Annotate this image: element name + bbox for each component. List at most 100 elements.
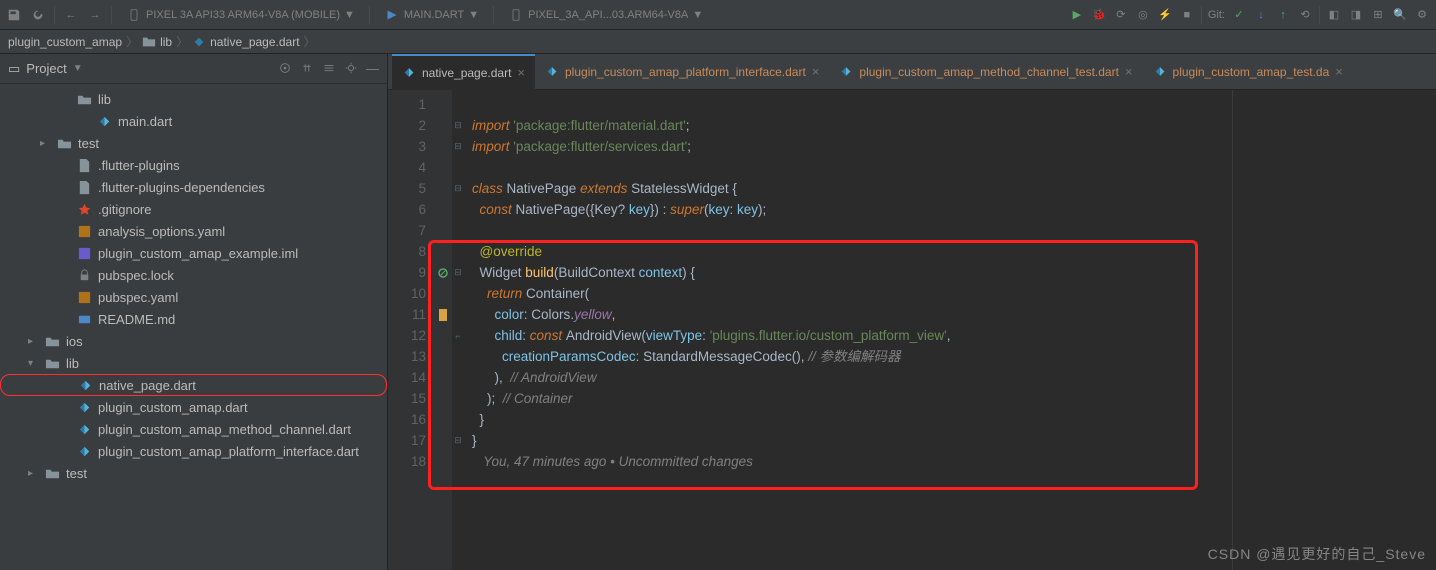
profile-icon[interactable]: ◎ — [1135, 7, 1151, 23]
settings-icon[interactable]: ⚙ — [1414, 7, 1430, 23]
pane-toggle-icon[interactable]: ▭ — [8, 61, 20, 77]
tool1-icon[interactable]: ◧ — [1326, 7, 1342, 23]
dart-file-icon — [839, 65, 853, 79]
dropdown-icon: ▼ — [468, 9, 479, 21]
tree-item-plugin-custom-amap-dart[interactable]: plugin_custom_amap.dart — [0, 396, 387, 418]
tab-plugin-custom-amap-test-da[interactable]: plugin_custom_amap_test.da× — [1143, 54, 1353, 90]
folder-icon — [44, 333, 60, 349]
toolbar-divider — [54, 6, 55, 24]
tree-item-label: plugin_custom_amap_example.iml — [98, 246, 298, 261]
tree-item-main-dart[interactable]: main.dart — [0, 110, 387, 132]
editor-tabs: native_page.dart×plugin_custom_amap_plat… — [388, 54, 1436, 90]
arrow-icon: ▸ — [28, 336, 38, 347]
close-icon[interactable]: × — [1125, 64, 1133, 79]
close-icon[interactable]: × — [812, 64, 820, 79]
tab-native-page-dart[interactable]: native_page.dart× — [392, 54, 535, 90]
history-icon[interactable]: ⟲ — [1297, 7, 1313, 23]
dart-file-icon — [1153, 65, 1167, 79]
lock-icon — [76, 267, 92, 283]
code-content[interactable]: import 'package:flutter/material.dart'; … — [464, 90, 1436, 570]
chevron-icon: 〉 — [176, 33, 188, 50]
tree-item-native-page-dart[interactable]: native_page.dart — [0, 374, 387, 396]
close-icon[interactable]: × — [1335, 64, 1343, 79]
coverage-icon[interactable]: ⟳ — [1113, 7, 1129, 23]
breadcrumb-item[interactable]: native_page.dart — [210, 35, 299, 49]
tree-item-test[interactable]: ▸test — [0, 132, 387, 154]
tree-item-label: plugin_custom_amap_method_channel.dart — [98, 422, 351, 437]
folder-icon — [142, 35, 156, 49]
tree-item-pubspec-yaml[interactable]: pubspec.yaml — [0, 286, 387, 308]
search-icon[interactable]: 🔍 — [1392, 7, 1408, 23]
pull-icon[interactable]: ↓ — [1253, 7, 1269, 23]
hot-reload-icon[interactable]: ⚡ — [1157, 7, 1173, 23]
tree-item-label: native_page.dart — [99, 378, 196, 393]
tree-item-label: pubspec.lock — [98, 268, 174, 283]
stop-icon[interactable]: ■ — [1179, 7, 1195, 23]
run-icon[interactable]: ▶ — [1069, 7, 1085, 23]
tree-item--flutter-plugins-dependencies[interactable]: .flutter-plugins-dependencies — [0, 176, 387, 198]
tree-item-test[interactable]: ▸test — [0, 462, 387, 484]
tree-item-plugin-custom-amap-method-channel-dart[interactable]: plugin_custom_amap_method_channel.dart — [0, 418, 387, 440]
tool3-icon[interactable]: ⊞ — [1370, 7, 1386, 23]
git-icon — [76, 201, 92, 217]
arrow-icon: ▸ — [40, 138, 50, 149]
tree-item-label: ios — [66, 334, 83, 349]
md-icon — [76, 311, 92, 327]
push-icon[interactable]: ↑ — [1275, 7, 1291, 23]
tree-item-label: plugin_custom_amap.dart — [98, 400, 248, 415]
gear-icon[interactable] — [344, 61, 358, 76]
toolbar-divider — [369, 6, 370, 24]
editor-area: native_page.dart×plugin_custom_amap_plat… — [388, 54, 1436, 570]
gutter-markers — [434, 90, 452, 570]
forward-icon[interactable]: → — [87, 7, 103, 23]
tab-label: plugin_custom_amap_method_channel_test.d… — [859, 65, 1119, 79]
tree-item-label: lib — [98, 92, 111, 107]
branch-icon[interactable]: ✓ — [1231, 7, 1247, 23]
tree-item-pubspec-lock[interactable]: pubspec.lock — [0, 264, 387, 286]
tree-item-label: lib — [66, 356, 79, 371]
tab-plugin-custom-amap-platform-interface-dart[interactable]: plugin_custom_amap_platform_interface.da… — [535, 54, 829, 90]
dart-icon — [76, 421, 92, 437]
breadcrumb-item[interactable]: lib — [160, 35, 172, 49]
breadcrumb: plugin_custom_amap 〉 lib 〉 native_page.d… — [0, 30, 1436, 54]
tab-plugin-custom-amap-method-channel-test-dart[interactable]: plugin_custom_amap_method_channel_test.d… — [829, 54, 1142, 90]
tree-item-label: plugin_custom_amap_platform_interface.da… — [98, 444, 359, 459]
dart-file-icon — [402, 66, 416, 80]
save-icon[interactable] — [6, 7, 22, 23]
tree-item--gitignore[interactable]: .gitignore — [0, 198, 387, 220]
dropdown-icon: ▼ — [344, 9, 355, 21]
file-icon — [76, 179, 92, 195]
tree-item-lib[interactable]: lib — [0, 88, 387, 110]
breadcrumb-item[interactable]: plugin_custom_amap — [8, 35, 122, 49]
device-selector[interactable]: PIXEL 3A API33 ARM64-V8A (MOBILE) ▼ — [120, 5, 361, 25]
color-marker[interactable] — [439, 309, 447, 321]
tree-item-analysis-options-yaml[interactable]: analysis_options.yaml — [0, 220, 387, 242]
tree-item-README-md[interactable]: README.md — [0, 308, 387, 330]
top-toolbar: ← → PIXEL 3A API33 ARM64-V8A (MOBILE) ▼ … — [0, 0, 1436, 30]
dart-icon — [77, 377, 93, 393]
tree-item-ios[interactable]: ▸ ios — [0, 330, 387, 352]
minimize-icon[interactable]: — — [366, 61, 379, 76]
dart-file-icon — [545, 65, 559, 79]
debug-icon[interactable]: 🐞 — [1091, 7, 1107, 23]
close-icon[interactable]: × — [517, 65, 525, 80]
dropdown-icon: ▼ — [692, 9, 703, 21]
expand-icon[interactable] — [300, 61, 314, 76]
collapse-icon[interactable] — [322, 61, 336, 76]
runconfig-selector[interactable]: MAIN.DART ▼ — [378, 5, 485, 25]
back-icon[interactable]: ← — [63, 7, 79, 23]
phone-icon — [508, 7, 524, 23]
folder-icon — [76, 91, 92, 107]
tree-item-plugin-custom-amap-platform-interface-dart[interactable]: plugin_custom_amap_platform_interface.da… — [0, 440, 387, 462]
tool2-icon[interactable]: ◨ — [1348, 7, 1364, 23]
device2-selector[interactable]: PIXEL_3A_API...03.ARM64-V8A ▼ — [502, 5, 709, 25]
project-tree[interactable]: libmain.dart▸test.flutter-plugins.flutte… — [0, 84, 387, 570]
sync-icon[interactable] — [30, 7, 46, 23]
tree-item-lib[interactable]: ▾lib — [0, 352, 387, 374]
tree-item-plugin-custom-amap-example-iml[interactable]: plugin_custom_amap_example.iml — [0, 242, 387, 264]
tree-item--flutter-plugins[interactable]: .flutter-plugins — [0, 154, 387, 176]
dropdown-icon[interactable]: ▼ — [73, 63, 83, 74]
target-icon[interactable] — [278, 61, 292, 76]
toolbar-divider — [1201, 6, 1202, 24]
dart-icon — [76, 443, 92, 459]
